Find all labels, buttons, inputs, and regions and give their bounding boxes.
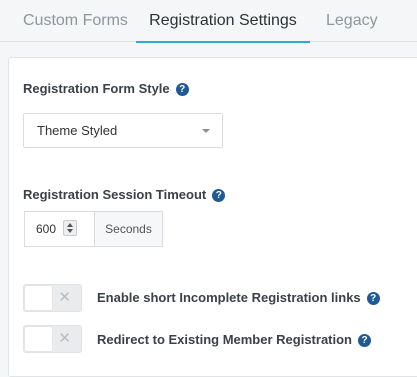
help-icon[interactable]: ? bbox=[358, 334, 371, 347]
number-spinner-icon[interactable] bbox=[63, 220, 77, 236]
tab-legacy[interactable]: Legacy bbox=[326, 0, 378, 42]
spinner-up-icon[interactable] bbox=[67, 223, 73, 227]
toggle-knob bbox=[25, 327, 52, 351]
tab-custom-forms[interactable]: Custom Forms bbox=[23, 0, 128, 42]
form-style-label-text: Registration Form Style bbox=[23, 81, 170, 96]
help-icon[interactable]: ? bbox=[175, 83, 189, 96]
help-icon[interactable]: ? bbox=[366, 292, 380, 305]
spinner-down-icon[interactable] bbox=[67, 229, 73, 233]
session-timeout-unit: Seconds bbox=[94, 211, 163, 247]
toggle-label-text: Enable short Incomplete Registration lin… bbox=[97, 290, 361, 305]
toggle-redirect-existing-member[interactable]: ✕ bbox=[23, 325, 82, 353]
session-timeout-label-text: Registration Session Timeout bbox=[23, 187, 207, 202]
tab-registration-settings[interactable]: Registration Settings bbox=[136, 0, 310, 43]
form-style-select[interactable]: Theme Styled bbox=[23, 113, 223, 148]
tab-bar: Custom Forms Registration Settings Legac… bbox=[0, 0, 417, 43]
toggle-short-incomplete-links[interactable]: ✕ bbox=[23, 284, 82, 312]
close-icon: ✕ bbox=[58, 289, 71, 306]
toggle-short-incomplete-links-label: Enable short Incomplete Registration lin… bbox=[97, 290, 380, 305]
toggle-knob bbox=[25, 286, 52, 310]
form-style-selected-value: Theme Styled bbox=[37, 123, 118, 138]
session-timeout-input[interactable]: 600 bbox=[24, 211, 94, 247]
form-style-label: Registration Form Style? bbox=[23, 81, 189, 96]
session-timeout-label: Registration Session Timeout? bbox=[23, 187, 226, 202]
close-icon: ✕ bbox=[58, 330, 71, 347]
toggle-redirect-existing-member-label: Redirect to Existing Member Registration… bbox=[97, 332, 371, 347]
toggle-label-text: Redirect to Existing Member Registration bbox=[97, 332, 352, 347]
help-icon[interactable]: ? bbox=[212, 189, 226, 202]
chevron-down-icon bbox=[202, 129, 210, 133]
